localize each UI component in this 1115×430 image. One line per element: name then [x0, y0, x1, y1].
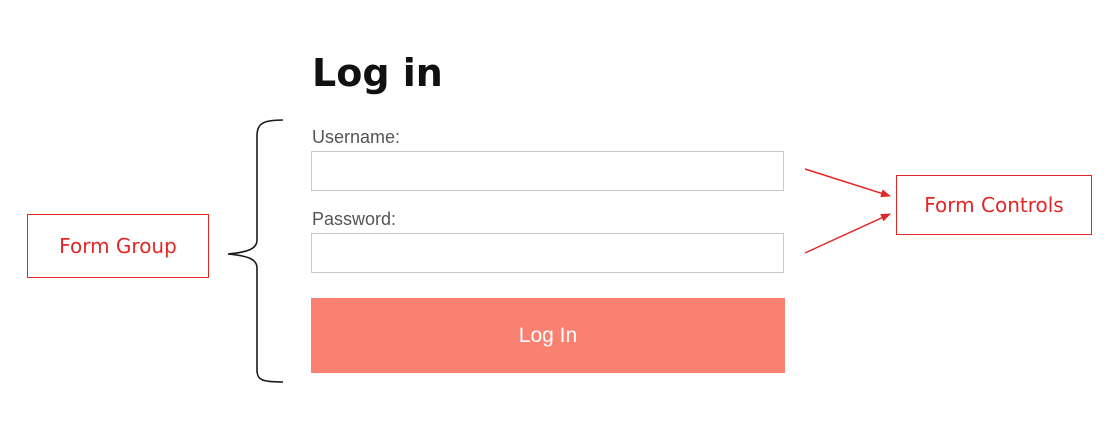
- page-title: Log in: [312, 51, 443, 95]
- username-input[interactable]: [311, 151, 784, 191]
- password-input[interactable]: [311, 233, 784, 273]
- form-group-brace: [227, 119, 284, 383]
- arrow-to-controls-lower: [804, 213, 891, 254]
- username-label: Username:: [312, 127, 401, 147]
- login-button[interactable]: Log In: [311, 298, 785, 373]
- form-controls-annotation: Form Controls: [896, 175, 1092, 235]
- password-label: Password:: [312, 209, 397, 229]
- arrow-to-controls-upper: [804, 168, 891, 198]
- form-group-annotation: Form Group: [27, 214, 209, 278]
